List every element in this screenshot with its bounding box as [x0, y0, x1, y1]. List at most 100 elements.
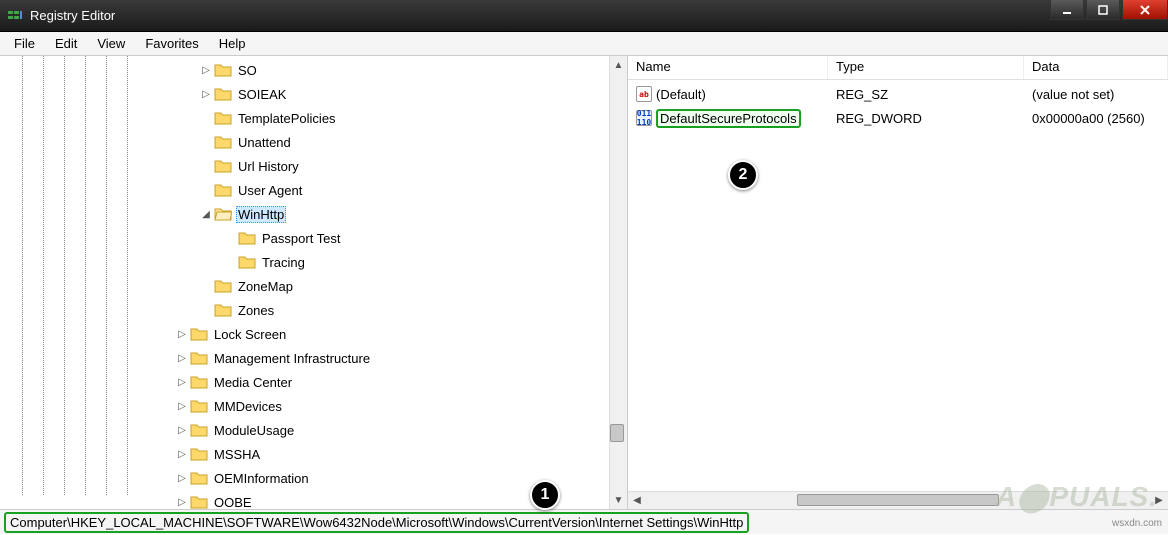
tree-item-zonemap[interactable]: ZoneMap — [0, 274, 627, 298]
expander-icon[interactable]: ▷ — [200, 88, 212, 100]
folder-icon — [214, 302, 232, 318]
folder-icon — [190, 374, 208, 390]
scroll-down-icon[interactable]: ▼ — [610, 491, 627, 509]
folder-icon — [190, 398, 208, 414]
expander-icon — [200, 112, 212, 124]
value-row[interactable]: 011 110DefaultSecureProtocolsREG_DWORD0x… — [628, 106, 1168, 130]
scroll-up-icon[interactable]: ▲ — [610, 56, 627, 74]
tree-item-so[interactable]: ▷ SO — [0, 58, 627, 82]
cell-data: (value not set) — [1024, 87, 1168, 102]
tree-item-label: SOIEAK — [236, 86, 288, 103]
title-bar[interactable]: Registry Editor — [0, 0, 1168, 32]
tree-item-label: OEMInformation — [212, 470, 311, 487]
tree-item-oobe[interactable]: ▷ OOBE — [0, 490, 627, 509]
tree-item-oeminformation[interactable]: ▷ OEMInformation — [0, 466, 627, 490]
folder-icon — [214, 62, 232, 78]
tree-item-lock-screen[interactable]: ▷ Lock Screen — [0, 322, 627, 346]
menu-file[interactable]: File — [4, 34, 45, 53]
expander-icon[interactable]: ▷ — [176, 328, 188, 340]
expander-icon[interactable]: ▷ — [176, 400, 188, 412]
column-header-data[interactable]: Data — [1024, 56, 1168, 79]
expander-icon — [200, 304, 212, 316]
tree-item-label: OOBE — [212, 494, 254, 510]
tree-pane[interactable]: ▷ SO ▷ SOIEAK TemplatePoliciesUnattendUrl Hi… — [0, 56, 628, 509]
scroll-thumb[interactable] — [610, 424, 624, 442]
values-header: Name Type Data — [628, 56, 1168, 80]
expander-icon[interactable]: ▷ — [200, 64, 212, 76]
values-pane[interactable]: Name Type Data ab(Default)REG_SZ(value n… — [628, 56, 1168, 509]
status-bar: Computer\HKEY_LOCAL_MACHINE\SOFTWARE\Wow… — [0, 510, 1168, 534]
tree-item-management-infrastructure[interactable]: ▷ Management Infrastructure — [0, 346, 627, 370]
tree-item-soieak[interactable]: ▷ SOIEAK — [0, 82, 627, 106]
expander-icon — [224, 232, 236, 244]
folder-icon — [214, 278, 232, 294]
tree-item-unattend[interactable]: Unattend — [0, 130, 627, 154]
folder-icon — [190, 494, 208, 509]
tree-vertical-scrollbar[interactable]: ▲ ▼ — [609, 56, 627, 509]
expander-icon[interactable]: ◢ — [200, 208, 212, 220]
menu-favorites[interactable]: Favorites — [135, 34, 208, 53]
tree-item-label: Lock Screen — [212, 326, 288, 343]
tree-item-winhttp[interactable]: ◢ WinHttp — [0, 202, 627, 226]
folder-icon — [190, 326, 208, 342]
expander-icon[interactable]: ▷ — [176, 376, 188, 388]
menu-view[interactable]: View — [87, 34, 135, 53]
app-icon — [6, 7, 24, 25]
menu-help[interactable]: Help — [209, 34, 256, 53]
reg-dword-icon: 011 110 — [636, 110, 652, 126]
expander-icon[interactable]: ▷ — [176, 424, 188, 436]
minimize-button[interactable] — [1050, 0, 1084, 20]
content-area: ▷ SO ▷ SOIEAK TemplatePoliciesUnattendUrl Hi… — [0, 56, 1168, 510]
tree-item-label: MSSHA — [212, 446, 262, 463]
scroll-thumb[interactable] — [797, 494, 999, 506]
folder-icon — [214, 182, 232, 198]
tree-item-media-center[interactable]: ▷ Media Center — [0, 370, 627, 394]
expander-icon[interactable]: ▷ — [176, 472, 188, 484]
maximize-button[interactable] — [1086, 0, 1120, 20]
tree-item-tracing[interactable]: Tracing — [0, 250, 627, 274]
value-name: (Default) — [656, 87, 706, 102]
tree-item-templatepolicies[interactable]: TemplatePolicies — [0, 106, 627, 130]
scroll-track[interactable] — [646, 492, 1150, 509]
tree-item-label: SO — [236, 62, 259, 79]
tree-item-mmdevices[interactable]: ▷MMDevices — [0, 394, 627, 418]
cell-type: REG_DWORD — [828, 111, 1024, 126]
expander-icon — [224, 256, 236, 268]
address-path[interactable]: Computer\HKEY_LOCAL_MACHINE\SOFTWARE\Wow… — [4, 512, 749, 533]
tree-item-zones[interactable]: Zones — [0, 298, 627, 322]
scroll-left-icon[interactable]: ◀ — [628, 492, 646, 509]
close-button[interactable] — [1122, 0, 1168, 20]
tree-item-label: WinHttp — [236, 206, 286, 223]
tree-item-label: Media Center — [212, 374, 294, 391]
tree-item-user-agent[interactable]: User Agent — [0, 178, 627, 202]
value-row[interactable]: ab(Default)REG_SZ(value not set) — [628, 82, 1168, 106]
column-header-type[interactable]: Type — [828, 56, 1024, 79]
cell-name: ab(Default) — [628, 86, 828, 102]
expander-icon — [200, 280, 212, 292]
tree-item-label: ModuleUsage — [212, 422, 296, 439]
value-name: DefaultSecureProtocols — [656, 109, 801, 128]
menu-edit[interactable]: Edit — [45, 34, 87, 53]
folder-icon — [190, 470, 208, 486]
folder-icon — [238, 254, 256, 270]
cell-type: REG_SZ — [828, 87, 1024, 102]
folder-icon — [214, 206, 232, 222]
tree-item-label: User Agent — [236, 182, 304, 199]
tree-item-mssha[interactable]: ▷ MSSHA — [0, 442, 627, 466]
tree-list: ▷ SO ▷ SOIEAK TemplatePoliciesUnattendUrl Hi… — [0, 56, 627, 509]
tree-item-passport-test[interactable]: Passport Test — [0, 226, 627, 250]
column-header-name[interactable]: Name — [628, 56, 828, 79]
tree-item-label: Passport Test — [260, 230, 343, 247]
expander-icon[interactable]: ▷ — [176, 496, 188, 508]
tree-item-moduleusage[interactable]: ▷ ModuleUsage — [0, 418, 627, 442]
tree-item-label: Management Infrastructure — [212, 350, 372, 367]
expander-icon[interactable]: ▷ — [176, 448, 188, 460]
tree-item-url-history[interactable]: Url History — [0, 154, 627, 178]
expander-icon — [200, 136, 212, 148]
scroll-right-icon[interactable]: ▶ — [1150, 492, 1168, 509]
values-horizontal-scrollbar[interactable]: ◀ ▶ — [628, 491, 1168, 509]
folder-icon — [238, 230, 256, 246]
folder-icon — [214, 134, 232, 150]
expander-icon[interactable]: ▷ — [176, 352, 188, 364]
folder-icon — [214, 158, 232, 174]
